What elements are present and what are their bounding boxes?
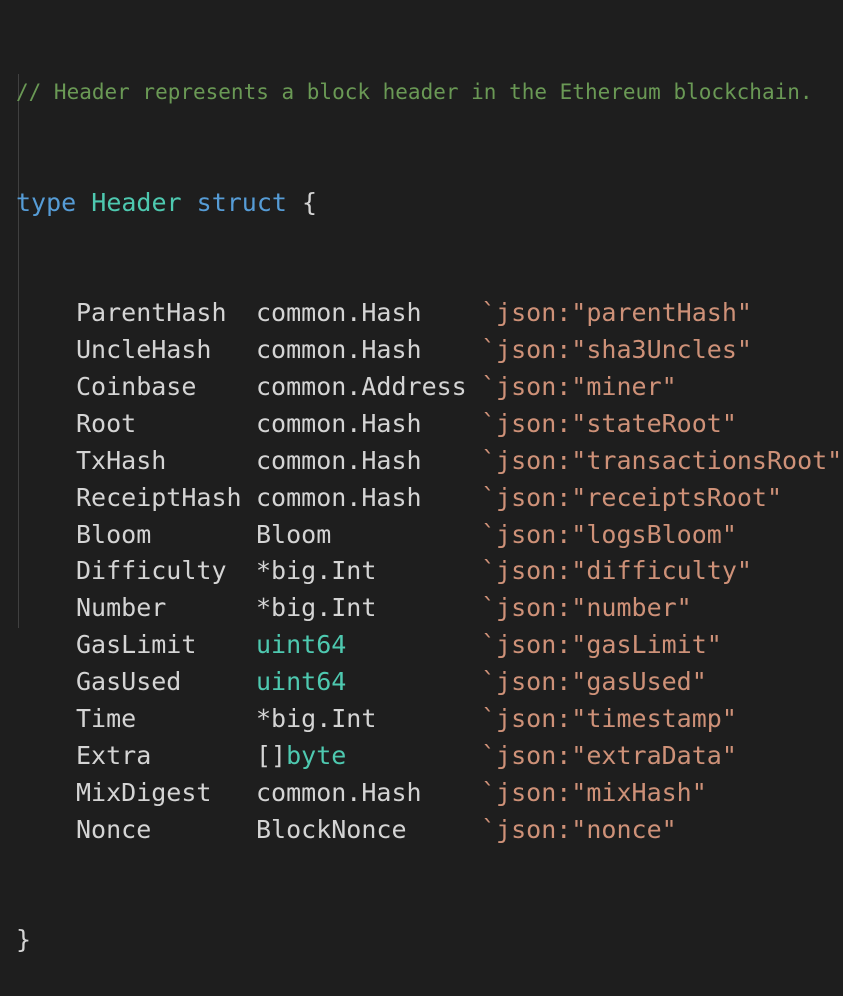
field-name: ParentHash xyxy=(76,298,227,328)
open-brace: { xyxy=(302,187,318,217)
struct-fields: ParentHash common.Hash `json:"parentHash" U… xyxy=(16,295,843,848)
field-type-cell: uint64 xyxy=(256,664,481,701)
field-tag: `json:"stateRoot" xyxy=(481,408,737,438)
field-name: UncleHash xyxy=(76,335,212,365)
field-type: common.Hash xyxy=(256,445,422,475)
field-type-cell: common.Hash xyxy=(256,332,481,369)
field-tag: `json:"receiptsRoot" xyxy=(481,482,783,512)
field-tag: `json:"miner" xyxy=(481,372,677,401)
field-type-cell: *big.Int xyxy=(256,590,481,627)
field-type-cell: common.Hash xyxy=(256,775,481,812)
struct-field: GasLimit uint64 `json:"gasLimit" xyxy=(16,627,843,664)
field-tag: `json:"gasLimit" xyxy=(481,630,722,660)
field-name: GasLimit xyxy=(76,630,197,660)
field-type-cell: Bloom xyxy=(256,517,481,554)
field-tag: `json:"difficulty" xyxy=(481,556,752,586)
struct-field: Bloom Bloom `json:"logsBloom" xyxy=(16,517,843,554)
field-type-cell: BlockNonce xyxy=(256,812,481,849)
field-type-cell: *big.Int xyxy=(256,701,481,738)
struct-field: Number *big.Int `json:"number" xyxy=(16,590,843,627)
field-type: common.Hash xyxy=(256,335,422,365)
field-type-cell: *big.Int xyxy=(256,553,481,590)
struct-field: Coinbase common.Address `json:"miner" xyxy=(16,369,843,406)
field-type: byte xyxy=(286,740,347,770)
field-type: common.Hash xyxy=(256,777,422,807)
field-tag: `json:"timestamp" xyxy=(481,704,737,734)
field-tag: `json:"parentHash" xyxy=(481,298,752,328)
code-editor[interactable]: // Header represents a block header in t… xyxy=(16,0,843,996)
field-tag: `json:"extraData" xyxy=(481,740,737,770)
field-type-cell: uint64 xyxy=(256,627,481,664)
field-name: TxHash xyxy=(76,445,167,475)
field-name: Bloom xyxy=(76,519,152,549)
field-type: Bloom xyxy=(256,519,332,549)
struct-field: Time *big.Int `json:"timestamp" xyxy=(16,701,843,738)
struct-declaration: type Header struct { xyxy=(16,185,843,222)
field-name: Coinbase xyxy=(76,372,197,401)
field-tag: `json:"logsBloom" xyxy=(481,519,737,549)
field-type-cell: common.Hash xyxy=(256,295,481,332)
field-tag: `json:"nonce" xyxy=(481,814,677,844)
comment: // Header represents a block header in t… xyxy=(16,79,813,104)
field-type-cell: common.Hash xyxy=(256,406,481,443)
field-type: common.Hash xyxy=(256,298,422,328)
field-type-cell: common.Hash xyxy=(256,480,481,517)
struct-field: UncleHash common.Hash `json:"sha3Uncles" xyxy=(16,332,843,369)
field-tag: `json:"number" xyxy=(481,593,692,623)
field-name: Difficulty xyxy=(76,556,227,586)
field-type: uint64 xyxy=(256,630,347,660)
field-name: ReceiptHash xyxy=(76,482,242,512)
struct-field: Difficulty *big.Int `json:"difficulty" xyxy=(16,553,843,590)
struct-field: TxHash common.Hash `json:"transactionsRoot… xyxy=(16,443,843,480)
struct-name: Header xyxy=(91,187,182,217)
field-name: Extra xyxy=(76,740,152,770)
field-name: MixDigest xyxy=(76,777,212,807)
struct-field: GasUsed uint64 `json:"gasUsed" xyxy=(16,664,843,701)
field-name: Time xyxy=(76,704,137,734)
struct-field: ParentHash common.Hash `json:"parentHash" xyxy=(16,295,843,332)
field-type: *big.Int xyxy=(256,704,377,734)
close-brace: } xyxy=(16,925,32,955)
struct-field: MixDigest common.Hash `json:"mixHash" xyxy=(16,775,843,812)
field-tag: `json:"gasUsed" xyxy=(481,667,707,697)
field-name: Number xyxy=(76,593,167,623)
struct-field: ReceiptHash common.Hash `json:"receiptsRoo… xyxy=(16,480,843,517)
field-name: Root xyxy=(76,408,137,438)
field-name: GasUsed xyxy=(76,667,182,697)
struct-field: Nonce BlockNonce `json:"nonce" xyxy=(16,812,843,849)
field-type: common.Address xyxy=(256,372,467,401)
field-type: common.Hash xyxy=(256,408,422,438)
keyword-type: type xyxy=(16,187,77,217)
field-type: BlockNonce xyxy=(256,814,407,844)
struct-field: Extra []byte `json:"extraData" xyxy=(16,738,843,775)
field-type-cell: common.Address xyxy=(256,369,481,406)
field-tag: `json:"transactionsRoot" xyxy=(481,445,843,475)
field-name: Nonce xyxy=(76,814,152,844)
field-type: uint64 xyxy=(256,667,347,697)
field-type: *big.Int xyxy=(256,556,377,586)
field-type-cell: []byte xyxy=(256,738,481,775)
field-tag: `json:"mixHash" xyxy=(481,777,707,807)
comment-line: // Header represents a block header in t… xyxy=(16,74,843,111)
keyword-struct: struct xyxy=(196,187,287,217)
field-type: *big.Int xyxy=(256,593,377,623)
field-type-cell: common.Hash xyxy=(256,443,481,480)
closing-line: } xyxy=(16,922,843,959)
field-tag: `json:"sha3Uncles" xyxy=(481,335,752,365)
struct-field: Root common.Hash `json:"stateRoot" xyxy=(16,406,843,443)
type-prefix: [] xyxy=(256,740,287,770)
field-type: common.Hash xyxy=(256,482,422,512)
